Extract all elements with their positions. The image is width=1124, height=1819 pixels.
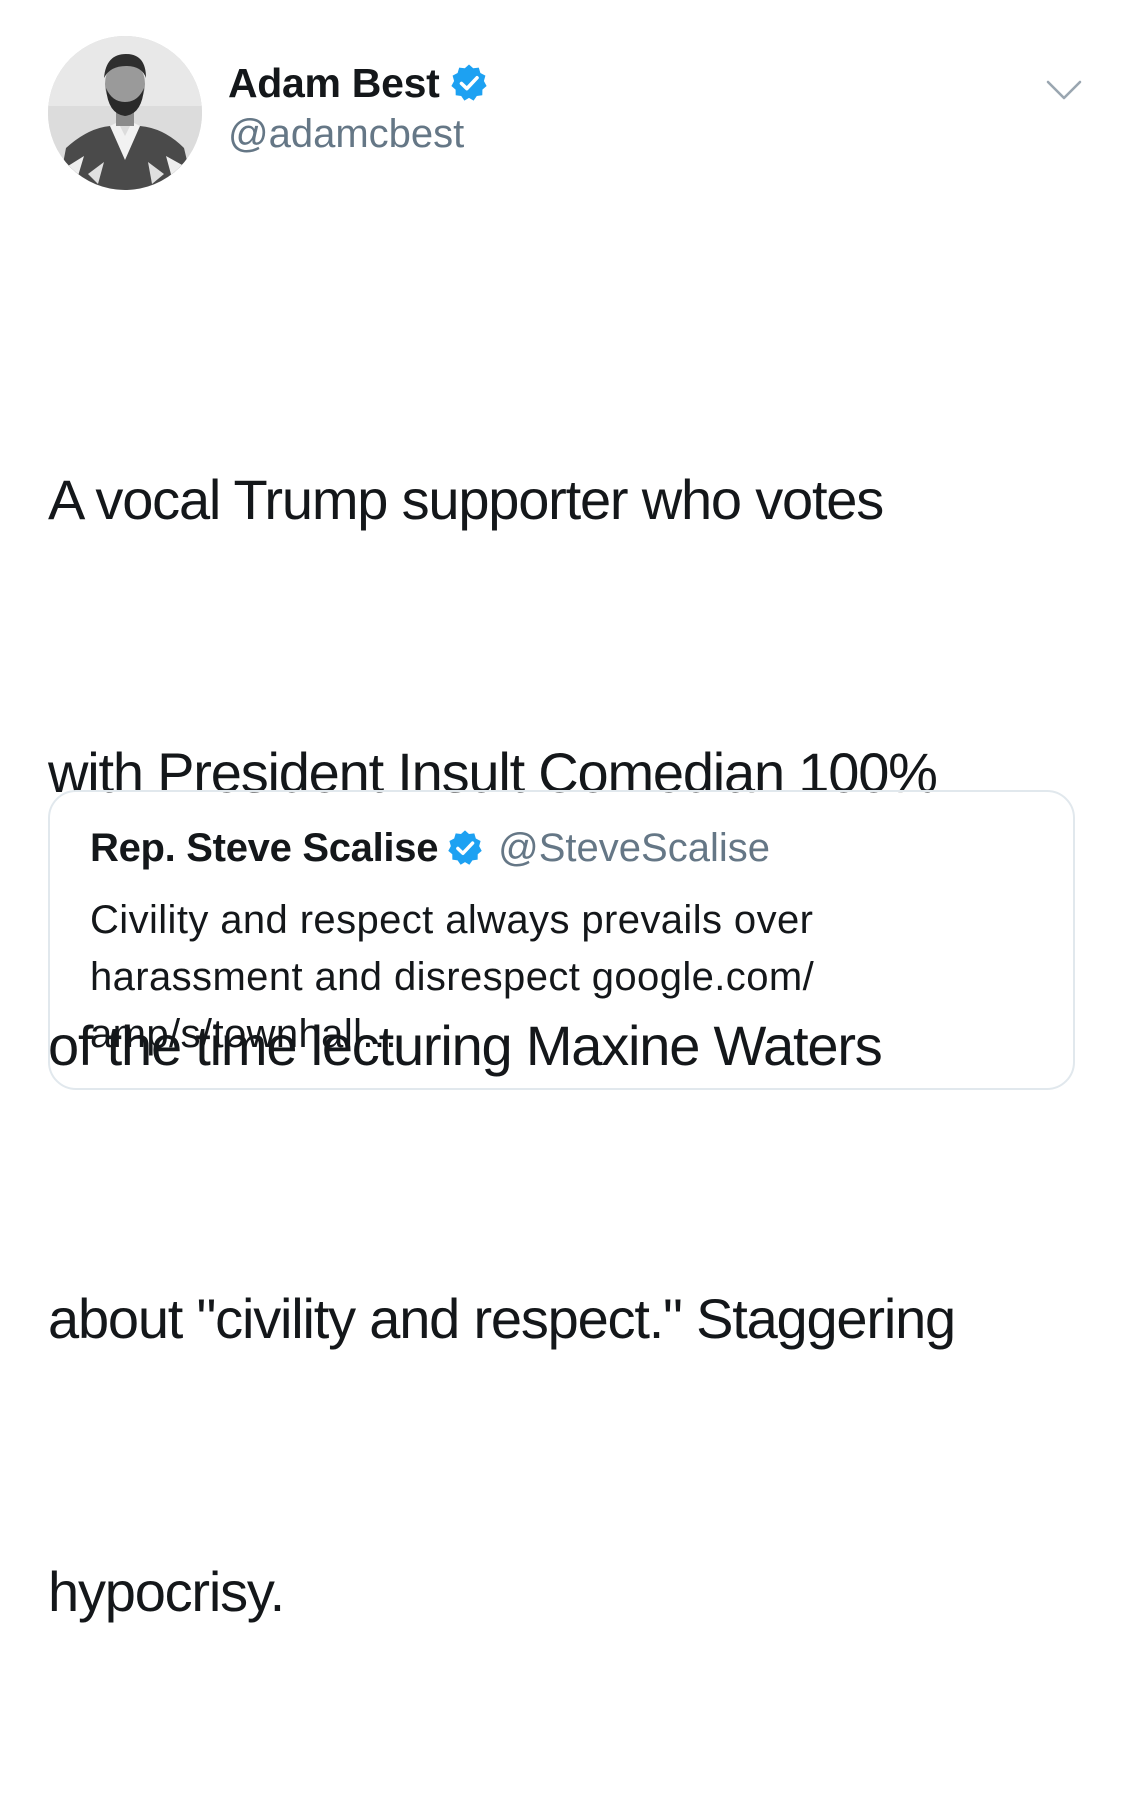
quoted-tweet-text-line: harassment and disrespect google.com/ (90, 955, 815, 999)
author-display-name[interactable]: Adam Best (228, 60, 440, 107)
avatar-photo-icon (48, 36, 202, 190)
tweet-text-line: A vocal Trump supporter who votes (48, 468, 884, 531)
quoted-tweet-text: Civility and respect always prevails ove… (90, 892, 1030, 1063)
chevron-down-icon (1046, 80, 1082, 100)
quoted-author-handle: @SteveScalise (498, 825, 770, 870)
quoted-tweet-card[interactable]: Rep. Steve Scalise @SteveScalise Civilit… (48, 790, 1075, 1090)
quoted-tweet-text-line: Civility and respect always prevails ove… (90, 898, 814, 942)
tweet-menu-button[interactable] (1042, 72, 1086, 108)
verified-badge-icon (446, 829, 484, 867)
quoted-tweet-text-line: amp/s/townhall... (90, 1012, 397, 1056)
quoted-author-display-name: Rep. Steve Scalise (90, 825, 439, 870)
author-name-row[interactable]: Adam Best (228, 58, 489, 108)
tweet: Adam Best @adamcbest A vocal Trump suppo… (0, 0, 1124, 1623)
verified-badge-icon (449, 63, 489, 103)
quoted-tweet-header: Rep. Steve Scalise @SteveScalise (90, 822, 770, 874)
tweet-text-line: about "civility and respect." Staggering (48, 1287, 956, 1350)
avatar[interactable] (48, 36, 202, 190)
author-handle[interactable]: @adamcbest (228, 112, 464, 157)
tweet-text-line: hypocrisy. (48, 1560, 285, 1623)
